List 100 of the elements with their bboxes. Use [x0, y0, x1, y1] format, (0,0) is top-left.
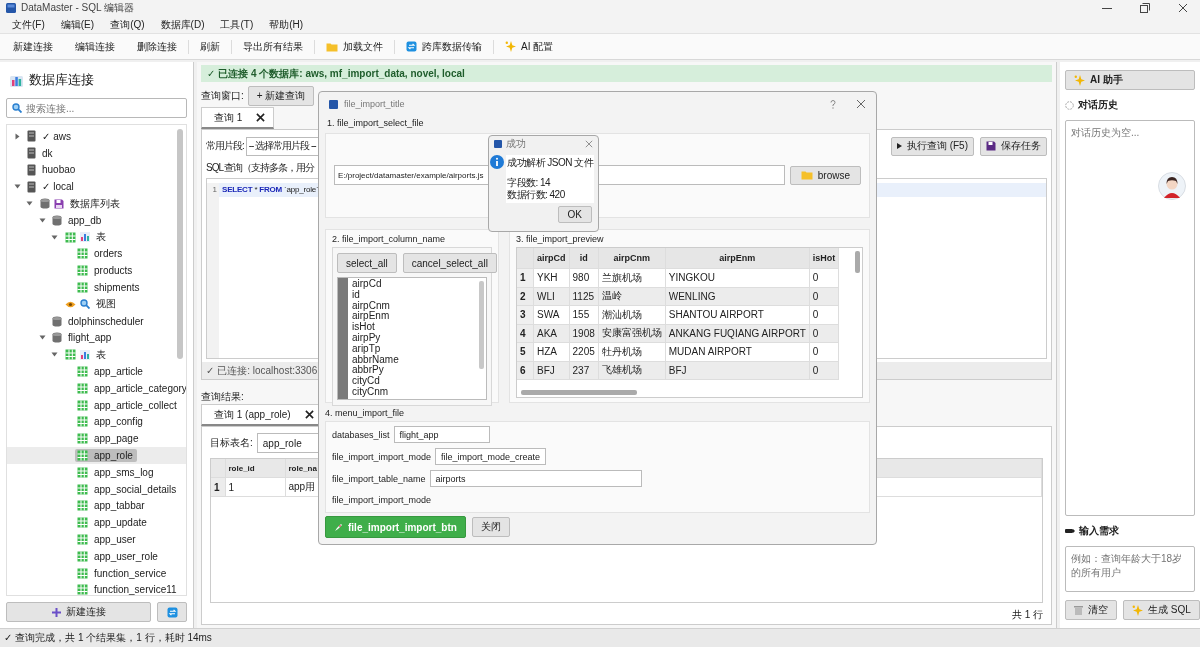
tree-item[interactable]: function_service — [7, 564, 186, 582]
toolbar-button[interactable]: 新建连接 — [2, 36, 64, 57]
list-item[interactable]: cityCd — [352, 376, 482, 387]
toolbar-button[interactable]: 删除连接 — [126, 36, 188, 57]
tree-item[interactable]: app_page — [7, 430, 186, 448]
tree-item[interactable]: app_social_details — [7, 480, 186, 498]
column-header[interactable]: airpCnm — [598, 248, 666, 269]
browse-button[interactable]: browse — [789, 165, 861, 185]
list-item[interactable]: airpCd — [352, 279, 482, 290]
tree-item[interactable]: app_article_collect — [7, 396, 186, 414]
column-header[interactable]: isHot — [809, 248, 839, 269]
tree-item[interactable]: orders — [7, 245, 186, 263]
toolbar-button[interactable]: 刷新 — [189, 36, 231, 57]
tree-item[interactable]: app_tabbar — [7, 497, 186, 515]
tree-item[interactable]: app_config — [7, 413, 186, 431]
menu-item[interactable]: 工具(T) — [212, 17, 262, 32]
caret-icon[interactable] — [26, 200, 33, 208]
request-input[interactable]: 例如：查询年龄大于18岁的所有用户 — [1065, 546, 1195, 592]
tree-item[interactable]: dolphinscheduler — [7, 312, 186, 330]
new-query-button[interactable]: + 新建查询 — [247, 86, 315, 106]
tree-item[interactable]: app_db — [7, 212, 186, 229]
caret-icon[interactable] — [38, 216, 46, 224]
ai-assistant-button[interactable]: AI 助手 — [1065, 70, 1195, 90]
tree-item[interactable]: products — [7, 262, 186, 280]
tree-item[interactable]: function_service11 — [7, 581, 186, 595]
toolbar-button[interactable]: 跨库数据传输 — [395, 36, 493, 57]
history-box[interactable]: 对话历史为空... — [1065, 120, 1195, 516]
column-list[interactable]: airpCd id airpCnm airpEnm isHot airpPy aripTp abbrName abbrPy cityCd cityCnm — [337, 277, 487, 400]
tree-item[interactable]: huobao — [7, 161, 186, 179]
menu-item[interactable]: 文件(F) — [4, 17, 53, 32]
close-icon[interactable] — [256, 113, 266, 122]
column-header[interactable]: airpCd — [533, 248, 569, 269]
query-tab[interactable]: 查询 1 — [201, 107, 275, 129]
save-task-button[interactable]: 保存任务 — [980, 136, 1047, 156]
caret-icon[interactable] — [51, 233, 58, 241]
caret-icon[interactable] — [38, 334, 46, 342]
dropdown[interactable]: file_import_mode_create — [435, 448, 547, 465]
list-item[interactable]: id — [352, 289, 482, 301]
restore-icon[interactable] — [1140, 3, 1150, 13]
toolbar-button[interactable]: AI 配置 — [494, 36, 565, 57]
list-item[interactable]: airpEnm — [352, 311, 482, 323]
tree-item[interactable]: dk — [7, 144, 186, 162]
menu-item[interactable]: 编辑(E) — [52, 17, 103, 32]
ok-button[interactable]: OK — [557, 206, 592, 223]
tree-item[interactable]: flight_app — [7, 329, 186, 347]
bar-chart-icon — [79, 349, 90, 360]
toolbar-button[interactable]: 导出所有结果 — [232, 36, 314, 57]
table-icon — [77, 282, 88, 294]
input-field[interactable]: airports — [429, 470, 642, 487]
tree-item[interactable]: 表 — [7, 346, 186, 364]
menu-item[interactable]: 帮助(H) — [261, 17, 312, 32]
assistant-avatar[interactable] — [1158, 172, 1186, 200]
column-header[interactable]: role_id — [225, 459, 285, 478]
scrollbar[interactable] — [177, 129, 183, 359]
scrollbar[interactable] — [521, 390, 637, 395]
toolbar-button[interactable]: 加载文件 — [315, 36, 394, 57]
tree-item[interactable]: app_update — [7, 514, 186, 532]
tree-item[interactable]: 数据库列表 — [7, 195, 186, 212]
column-header[interactable]: airpEnm — [665, 248, 810, 269]
menu-item[interactable]: 查询(Q) — [102, 17, 153, 32]
dropdown[interactable]: flight_app — [393, 426, 490, 443]
tree-item[interactable]: app_user — [7, 531, 186, 548]
tree-item[interactable]: 视图 — [7, 295, 186, 313]
toolbar-button[interactable]: 编辑连接 — [64, 36, 126, 57]
tree-item[interactable]: app_article_category — [7, 379, 186, 397]
close-button[interactable]: 关闭 — [471, 517, 510, 537]
caret-icon[interactable] — [13, 183, 21, 191]
select-button[interactable]: cancel_select_all — [402, 253, 497, 273]
list-item[interactable]: airpCnm — [352, 300, 482, 312]
tree-item[interactable]: ✓ local — [7, 178, 186, 196]
tree-item[interactable]: app_user_role — [7, 547, 186, 565]
help-icon[interactable] — [830, 99, 836, 109]
snippet-dropdown[interactable]: -- 选择常用片段 -- — [245, 136, 319, 156]
list-item[interactable]: isHot — [352, 322, 482, 333]
scrollbar[interactable] — [479, 281, 484, 369]
tree-item[interactable]: app_role — [7, 447, 186, 464]
select-button[interactable]: select_all — [337, 253, 397, 273]
caret-icon[interactable] — [13, 132, 21, 140]
list-item[interactable]: abbrName — [352, 354, 482, 366]
list-item[interactable]: aripTp — [352, 343, 482, 355]
tree-item[interactable]: app_sms_log — [7, 463, 186, 481]
scrollbar[interactable] — [855, 251, 860, 273]
list-item[interactable]: cityCnm — [352, 386, 482, 398]
refresh-button[interactable] — [157, 602, 187, 622]
close-icon[interactable] — [1178, 3, 1188, 13]
generate-sql-button[interactable]: 生成 SQL — [1123, 600, 1200, 620]
caret-icon[interactable] — [51, 351, 58, 359]
clear-button[interactable]: 清空 — [1065, 600, 1117, 620]
close-icon[interactable] — [304, 410, 314, 419]
tree-item[interactable]: app_article — [7, 363, 186, 380]
column-header[interactable]: id — [569, 248, 599, 269]
menu-item[interactable]: 数据库(D) — [152, 17, 213, 32]
list-item[interactable]: abbrPy — [352, 365, 482, 377]
new-connection-button[interactable]: 新建连接 — [6, 602, 151, 622]
list-item[interactable]: airpPy — [352, 333, 482, 344]
run-query-button[interactable]: 执行查询 (F5) — [890, 136, 974, 156]
tree-item[interactable]: ✓ aws — [7, 128, 186, 145]
tree-item[interactable]: 表 — [7, 228, 186, 246]
tree-item[interactable]: shipments — [7, 279, 186, 296]
search-field[interactable]: 搜索连接... — [6, 98, 187, 118]
